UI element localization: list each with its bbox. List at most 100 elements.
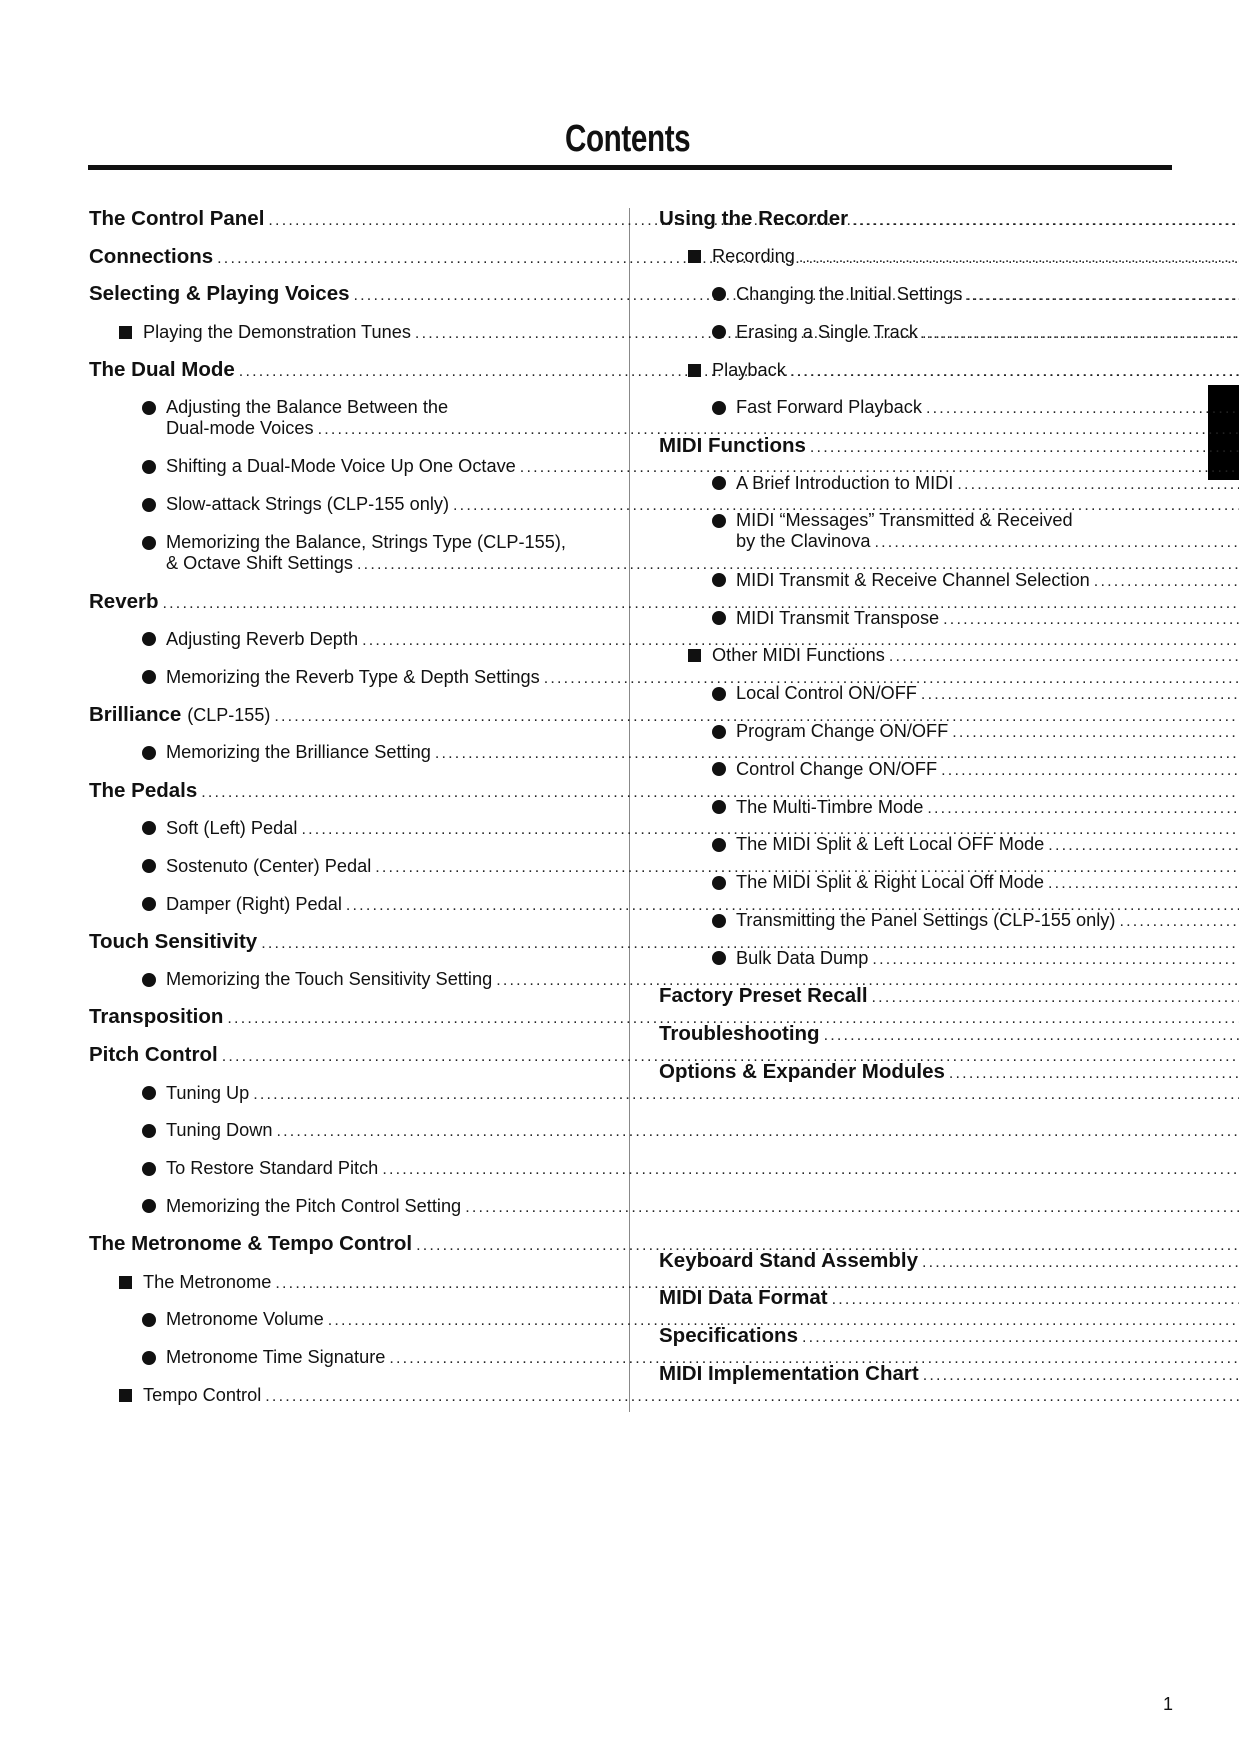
- toc-entry-sostenuto-center-pedal[interactable]: Sostenuto (Center) Pedal9: [89, 847, 597, 885]
- entry-title: Damper (Right) Pedal: [166, 893, 342, 914]
- circle-bullet-icon: [142, 821, 156, 836]
- toc-entry-troubleshooting[interactable]: Troubleshooting21: [659, 1015, 1167, 1053]
- toc-entry-memorizing-the-pitch-control-setting[interactable]: Memorizing the Pitch Control Setting11: [89, 1188, 597, 1226]
- toc-entry-tuning-up[interactable]: Tuning Up11: [89, 1074, 597, 1112]
- toc-entry-keyboard-stand-assembly[interactable]: Keyboard Stand Assemblyi: [659, 1242, 1167, 1280]
- toc-entry-to-restore-standard-pitch[interactable]: To Restore Standard Pitch11: [89, 1150, 597, 1188]
- dot-leader: [799, 249, 1239, 267]
- toc-entry-factory-preset-recall[interactable]: Factory Preset Recall21: [659, 977, 1167, 1015]
- toc-entry-tempo-control[interactable]: Tempo Control12: [89, 1377, 597, 1415]
- toc-entry-pitch-control[interactable]: Pitch Control11: [89, 1036, 597, 1074]
- toc-entry-metronome-time-signature[interactable]: Metronome Time Signature12: [89, 1339, 597, 1377]
- entry-title: Playback: [712, 359, 786, 380]
- entry-title: Touch Sensitivity: [89, 929, 258, 953]
- toc-entry-brilliance[interactable]: Brilliance(CLP-155)9: [89, 696, 597, 734]
- toc-entry-shifting-a-dual-mode-voice-up-one-octave[interactable]: Shifting a Dual-Mode Voice Up One Octave…: [89, 448, 597, 486]
- circle-bullet-icon: [142, 459, 156, 474]
- circle-bullet-icon: [142, 632, 156, 647]
- entry-title: by the Clavinova: [736, 531, 871, 552]
- circle-bullet-icon: [712, 875, 726, 890]
- toc-entry-touch-sensitivity[interactable]: Touch Sensitivity10: [89, 923, 597, 961]
- toc-entry-the-midi-split-left-local-off-mode[interactable]: The MIDI Split & Left Local OFF Mode19: [659, 826, 1167, 864]
- entry-title: Metronome Time Signature: [166, 1347, 386, 1368]
- entry-title: The Metronome: [143, 1271, 272, 1292]
- entry-title: Memorizing the Pitch Control Setting: [166, 1195, 462, 1216]
- circle-bullet-icon: [712, 762, 726, 777]
- toc-entry-options-expander-modules[interactable]: Options & Expander Modules21: [659, 1053, 1167, 1091]
- entry-title: The Dual Mode: [89, 358, 235, 382]
- toc-entry-midi-transmit-receive-channel-selection[interactable]: MIDI Transmit & Receive Channel Selectio…: [659, 561, 1167, 599]
- toc-entry-the-control-panel[interactable]: The Control Panel2: [89, 200, 597, 238]
- entry-title: Memorizing the Touch Sensitivity Setting: [166, 969, 493, 990]
- circle-bullet-icon: [712, 800, 726, 815]
- toc-entry-damper-right-pedal[interactable]: Damper (Right) Pedal9: [89, 885, 597, 923]
- circle-bullet-icon: [712, 951, 726, 966]
- toc-entry-memorizing-the-reverb-type-depth-settings[interactable]: Memorizing the Reverb Type & Depth Setti…: [89, 658, 597, 696]
- toc-entry-connections[interactable]: Connections4: [89, 238, 597, 276]
- toc-entry-midi-messages-transmitted-received-by-the-clavinova[interactable]: MIDI “Messages” Transmitted & Received by…: [659, 502, 1167, 561]
- toc-entry-local-control-on-off[interactable]: Local Control ON/OFF17: [659, 675, 1167, 713]
- toc-entry-selecting-playing-voices[interactable]: Selecting & Playing Voices5: [89, 276, 597, 314]
- toc-entry-playback[interactable]: Playback14: [659, 351, 1167, 389]
- dot-leader: [966, 287, 1239, 305]
- toc-entry-memorizing-the-balance-strings-type-clp-155-octave-shift-settings[interactable]: Memorizing the Balance, Strings Type (CL…: [89, 524, 597, 583]
- toc-entry-a-brief-introduction-to-midi[interactable]: A Brief Introduction to MIDI15: [659, 465, 1167, 503]
- toc-entry-program-change-on-off[interactable]: Program Change ON/OFF17: [659, 713, 1167, 751]
- toc-entry-adjusting-reverb-depth[interactable]: Adjusting Reverb Depth8: [89, 621, 597, 659]
- square-bullet-icon: [119, 325, 132, 339]
- circle-bullet-icon: [712, 514, 726, 529]
- dot-leader: [790, 363, 1239, 381]
- toc-entry-the-metronome[interactable]: The Metronome12: [89, 1263, 597, 1301]
- entry-title: The Metronome & Tempo Control: [89, 1232, 413, 1256]
- toc-entry-changing-the-initial-settings[interactable]: Changing the Initial Settings14: [659, 276, 1167, 314]
- circle-bullet-icon: [712, 837, 726, 852]
- square-bullet-icon: [688, 250, 701, 264]
- toc-entry-reverb[interactable]: Reverb8: [89, 583, 597, 621]
- entry-title: Recording: [712, 246, 795, 267]
- entry-title: Erasing a Single Track: [736, 321, 918, 342]
- entry-title: Slow-attack Strings (CLP-155 only): [166, 494, 450, 515]
- dot-leader: [922, 325, 1239, 343]
- entry-title: MIDI Functions: [659, 433, 806, 457]
- toc-entry-other-midi-functions[interactable]: Other MIDI Functions17: [659, 637, 1167, 675]
- toc-entry-the-metronome-tempo-control[interactable]: The Metronome & Tempo Control12: [89, 1225, 597, 1263]
- toc-entry-transposition[interactable]: Transposition10: [89, 999, 597, 1037]
- toc-entry-transmitting-the-panel-settings-clp-155-only[interactable]: Transmitting the Panel Settings (CLP-155…: [659, 902, 1167, 940]
- toc-entry-tuning-down[interactable]: Tuning Down11: [89, 1112, 597, 1150]
- toc-entry-metronome-volume[interactable]: Metronome Volume12: [89, 1301, 597, 1339]
- toc-entry-the-pedals[interactable]: The Pedals9: [89, 772, 597, 810]
- dot-leader: [852, 212, 1239, 230]
- entry-title: Keyboard Stand Assembly: [659, 1248, 918, 1272]
- entry-title: Changing the Initial Settings: [736, 283, 963, 304]
- toc-entry-the-midi-split-right-local-off-mode[interactable]: The MIDI Split & Right Local Off Mode19: [659, 864, 1167, 902]
- toc-entry-memorizing-the-touch-sensitivity-setting[interactable]: Memorizing the Touch Sensitivity Setting…: [89, 961, 597, 999]
- entry-title: Factory Preset Recall: [659, 984, 868, 1008]
- toc-entry-memorizing-the-brilliance-setting[interactable]: Memorizing the Brilliance Setting9: [89, 734, 597, 772]
- toc-entry-fast-forward-playback[interactable]: Fast Forward Playback14: [659, 389, 1167, 427]
- toc-entry-midi-functions[interactable]: MIDI Functions15: [659, 427, 1167, 465]
- circle-bullet-icon: [712, 686, 726, 701]
- toc-entry-adjusting-the-balance-between-the-dual-mode-voices[interactable]: Adjusting the Balance Between the Dual-mo…: [89, 389, 597, 448]
- circle-bullet-icon: [712, 476, 726, 491]
- circle-bullet-icon: [712, 325, 726, 340]
- toc-entry-specifications[interactable]: Specificationsviii: [659, 1317, 1167, 1355]
- toc-entry-midi-transmit-transpose[interactable]: MIDI Transmit Transpose16: [659, 599, 1167, 637]
- circle-bullet-icon: [142, 1199, 156, 1214]
- entry-title: To Restore Standard Pitch: [166, 1158, 379, 1179]
- toc-entry-control-change-on-off[interactable]: Control Change ON/OFF18: [659, 750, 1167, 788]
- toc-entry-slow-attack-strings-clp-155-only[interactable]: Slow-attack Strings (CLP-155 only)7: [89, 486, 597, 524]
- dot-leader: [921, 686, 1239, 704]
- toc-entry-soft-left-pedal[interactable]: Soft (Left) Pedal9: [89, 810, 597, 848]
- dot-leader: [1048, 837, 1239, 855]
- dot-leader: [810, 439, 1239, 457]
- toc-entry-using-the-recorder[interactable]: Using the Recorder13: [659, 200, 1167, 238]
- circle-bullet-icon: [142, 497, 156, 512]
- toc-entry-erasing-a-single-track[interactable]: Erasing a Single Track14: [659, 313, 1167, 351]
- toc-entry-midi-data-format[interactable]: MIDI Data Formatvii: [659, 1279, 1167, 1317]
- toc-entry-recording[interactable]: Recording13: [659, 238, 1167, 276]
- toc-entry-midi-implementation-chart[interactable]: MIDI Implementation Chartix: [659, 1355, 1167, 1393]
- toc-entry-the-multi-timbre-mode[interactable]: The Multi-Timbre Mode18: [659, 788, 1167, 826]
- toc-entry-the-dual-mode[interactable]: The Dual Mode7: [89, 351, 597, 389]
- toc-entry-bulk-data-dump[interactable]: Bulk Data Dump20: [659, 939, 1167, 977]
- toc-entry-playing-the-demonstration-tunes[interactable]: Playing the Demonstration Tunes6: [89, 313, 597, 351]
